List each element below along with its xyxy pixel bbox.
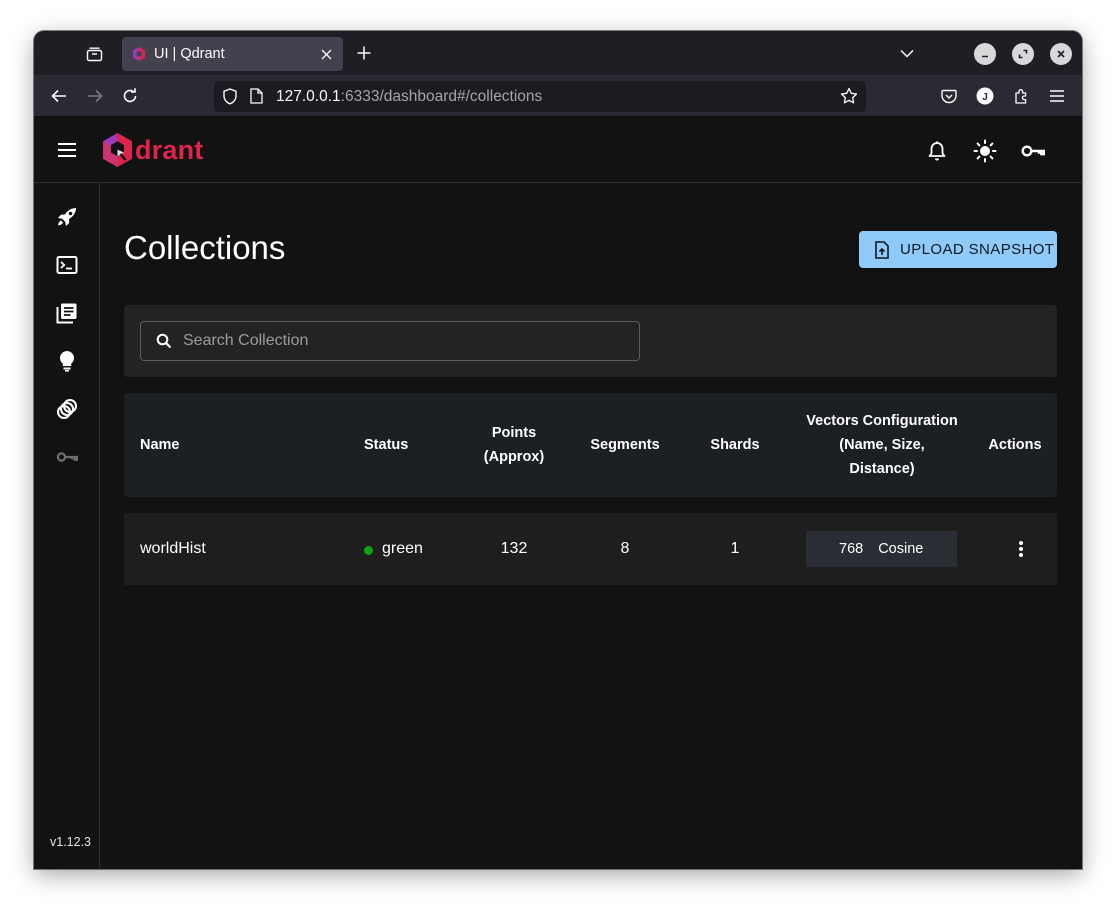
collection-status: green [364, 513, 423, 585]
column-header-status[interactable]: Status [364, 393, 444, 497]
column-header-vectors-line1: Vectors Configuration [806, 413, 958, 429]
column-header-vectors-line2: (Name, Size, [839, 437, 925, 453]
url-text[interactable]: 127.0.0.1:6333/dashboard#/collections [276, 88, 542, 106]
close-tab-icon[interactable] [317, 45, 335, 63]
chevron-down-icon[interactable] [896, 43, 918, 63]
segments-count: 8 [620, 540, 630, 557]
column-header-status-label: Status [364, 437, 409, 453]
url-bar[interactable]: 127.0.0.1:6333/dashboard#/collections [214, 81, 866, 112]
table-row[interactable]: worldHist green 132 8 1 768 Cosine [124, 513, 1057, 585]
points-count: 132 [500, 540, 528, 557]
url-host: 127.0.0.1 [276, 88, 341, 105]
shield-icon[interactable] [222, 88, 238, 110]
column-header-segments[interactable]: Segments [575, 393, 675, 497]
sidebar-item-datasets[interactable] [55, 397, 79, 421]
upload-snapshot-button[interactable]: UPLOAD SNAPSHOT [859, 231, 1057, 268]
sidebar-item-console[interactable] [55, 253, 79, 277]
column-header-actions: Actions [980, 393, 1050, 497]
qdrant-logo[interactable]: drant [101, 132, 204, 168]
pocket-icon[interactable] [937, 84, 961, 108]
sidebar-item-tutorial[interactable] [55, 349, 79, 373]
vector-distance: Cosine [878, 541, 924, 557]
sidebar-item-collections[interactable] [55, 301, 79, 325]
collections-icon [56, 303, 77, 324]
column-header-points[interactable]: Points (Approx) [464, 393, 564, 497]
column-header-name[interactable]: Name [140, 393, 290, 497]
svg-text:J: J [982, 92, 988, 103]
status-label: green [382, 540, 423, 557]
vector-config-chip: 768 Cosine [806, 531, 957, 567]
back-arrow-icon[interactable] [47, 84, 71, 108]
new-tab-icon[interactable] [354, 43, 374, 63]
shards-count: 1 [730, 540, 740, 557]
column-header-shards[interactable]: Shards [690, 393, 780, 497]
close-window-icon[interactable] [1050, 43, 1072, 65]
tab-list-icon[interactable] [82, 43, 106, 65]
bookmark-star-icon[interactable] [840, 87, 858, 110]
tab-strip: UI | Qdrant [34, 31, 1082, 75]
menu-icon[interactable] [54, 138, 80, 162]
search-panel [124, 305, 1057, 377]
qdrant-dashboard: drant v1.12.3 Collections UPLOAD SNAPSHO… [34, 117, 1082, 869]
collection-name-link[interactable]: worldHist [140, 513, 206, 585]
upload-snapshot-label: UPLOAD SNAPSHOT [900, 241, 1055, 258]
version-label: v1.12.3 [50, 835, 92, 849]
column-header-points-line2: (Approx) [483, 449, 545, 465]
column-header-shards-label: Shards [710, 437, 760, 453]
hamburger-menu-icon[interactable] [1045, 84, 1069, 108]
more-vertical-icon[interactable] [1009, 537, 1033, 561]
rocket-icon [58, 208, 76, 226]
sidebar-item-welcome[interactable] [55, 205, 79, 229]
forward-arrow-icon[interactable] [83, 84, 107, 108]
minimize-icon[interactable] [974, 43, 996, 65]
app-header: drant [34, 117, 1082, 183]
account-avatar-icon[interactable]: J [973, 84, 997, 108]
search-icon [155, 332, 173, 350]
sidebar-item-access[interactable] [55, 445, 79, 469]
page-title: Collections [124, 229, 286, 266]
search-field[interactable] [140, 321, 640, 361]
logo-text: drant [135, 134, 204, 165]
sidebar: v1.12.3 [34, 183, 100, 869]
column-header-name-label: Name [140, 437, 180, 453]
column-header-actions-label: Actions [988, 437, 1042, 453]
browser-window: UI | Qdrant 127.0.0.1:6333/dashboard#/co… [34, 31, 1082, 869]
column-header-segments-label: Segments [590, 437, 660, 453]
url-path: :6333/dashboard#/collections [340, 88, 543, 105]
column-header-points-line1: Points [491, 425, 537, 441]
browser-tab[interactable]: UI | Qdrant [122, 37, 343, 71]
extensions-icon[interactable] [1009, 84, 1033, 108]
console-icon [56, 256, 78, 274]
page-icon[interactable] [250, 88, 263, 109]
access-key-icon [56, 452, 78, 462]
status-dot-icon [364, 546, 373, 555]
search-collection-input[interactable] [183, 326, 623, 356]
theme-sun-icon[interactable] [972, 138, 998, 164]
maximize-icon[interactable] [1012, 43, 1034, 65]
qdrant-favicon-icon [131, 46, 147, 62]
qdrant-logo-mark-icon [103, 133, 132, 167]
upload-file-icon [873, 240, 891, 259]
vector-size: 768 [839, 541, 864, 557]
column-header-vectors-line3: Distance) [849, 461, 915, 477]
api-key-icon[interactable] [1020, 138, 1046, 164]
table-header: Name Status Points (Approx) Segments Shar… [124, 393, 1057, 497]
lightbulb-icon [60, 351, 74, 372]
datasets-icon [57, 399, 77, 419]
column-header-vectors[interactable]: Vectors Configuration (Name, Size, Distanc… [796, 393, 968, 497]
navigation-bar: 127.0.0.1:6333/dashboard#/collections J [34, 75, 1082, 117]
reload-icon[interactable] [118, 84, 142, 108]
notifications-bell-icon[interactable] [924, 138, 950, 164]
tab-title: UI | Qdrant [154, 46, 225, 62]
